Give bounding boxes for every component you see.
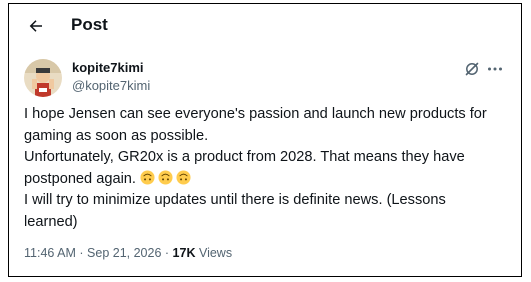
arrow-left-icon (29, 20, 42, 32)
more-dots-icon (488, 67, 502, 71)
avatar[interactable] (24, 59, 62, 97)
more-options-button[interactable] (485, 60, 505, 78)
grok-button[interactable] (463, 60, 481, 78)
post-time-link[interactable]: 11:46 AM · Sep 21, 2026 (24, 246, 161, 260)
upside-down-face-emoji (176, 169, 191, 185)
upside-down-face-emoji (158, 169, 173, 185)
meta-separator: · (79, 246, 84, 260)
post-header: Post (9, 4, 521, 48)
tweet-text: I hope Jensen can see everyone's passion… (24, 104, 516, 233)
post-meta: 11:46 AM · Sep 21, 2026 · 17K Views (24, 246, 232, 260)
tweet-line: I hope Jensen can see everyone's passion… (24, 106, 487, 122)
back-button[interactable] (22, 12, 50, 40)
tweet-line: gaming as soon as possible. (24, 127, 209, 144)
tweet-line: Unfortunately, GR20x is a product from 2… (24, 149, 465, 165)
post-date: Sep 21, 2026 (87, 246, 162, 260)
tweet-line: learned) (24, 213, 78, 230)
author-handle[interactable]: @kopite7kimi (72, 78, 150, 93)
meta-separator: · (164, 246, 170, 260)
tweet-line-with-emoji: postponed again. (24, 169, 516, 191)
views-count: 17K (172, 246, 196, 260)
post-detail-frame: Post kopite7kimi @kopite7kimi I hope Jen… (8, 3, 522, 277)
views-label: Views (198, 246, 233, 260)
tweet-line: postponed again. (24, 170, 136, 187)
post-time: 11:46 AM (24, 246, 76, 260)
grok-icon (465, 62, 479, 76)
page-title: Post (71, 15, 108, 34)
author-name[interactable]: kopite7kimi (72, 60, 144, 75)
emoji-group (140, 169, 194, 187)
avatar-image (24, 59, 62, 97)
upside-down-face-emoji (140, 169, 155, 185)
tweet-line: I will try to minimize updates until the… (24, 192, 446, 208)
